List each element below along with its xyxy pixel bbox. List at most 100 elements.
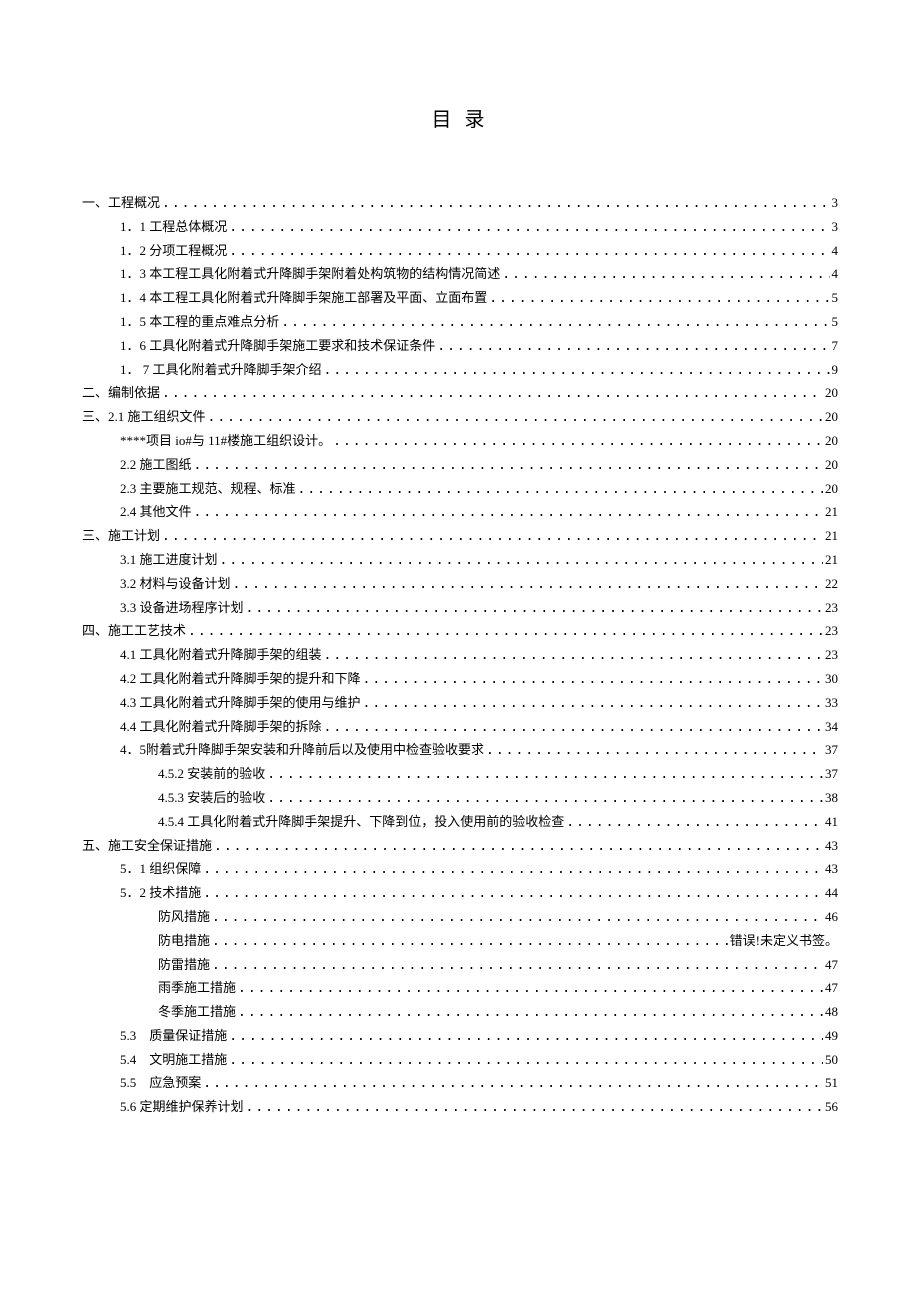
toc-entry-page: 48: [825, 1005, 838, 1018]
toc-entry-page: 47: [825, 958, 838, 971]
toc-entry-label: 5．2 技术措施: [120, 886, 201, 899]
toc-container: 一、工程概况31．1 工程总体概况31．2 分项工程概况41．3 本工程工具化附…: [82, 196, 838, 1114]
toc-entry-label: 4.5.3 安装后的验收: [158, 791, 265, 804]
toc-leader: [203, 887, 823, 900]
toc-entry-page: 20: [825, 410, 838, 423]
toc-entry-label: 4．5附着式升降脚手架安装和升降前后以及使用中检查验收要求: [120, 743, 484, 756]
toc-leader: [162, 530, 823, 543]
toc-entry-label: 2.2 施工图纸: [120, 458, 192, 471]
toc-leader: [489, 292, 829, 305]
toc-entry-page: 23: [825, 624, 838, 637]
toc-entry: 1．6 工具化附着式升降脚手架施工要求和技术保证条件7: [82, 339, 838, 353]
toc-leader: [246, 602, 823, 615]
toc-entry-label: 三、施工计划: [82, 529, 160, 542]
toc-entry-label: 1． 7 工具化附着式升降脚手架介绍: [120, 363, 322, 376]
toc-leader: [502, 268, 829, 281]
toc-entry-page: 4: [832, 267, 839, 280]
toc-entry-page: 7: [832, 339, 839, 352]
toc-entry-page: 23: [825, 601, 838, 614]
toc-entry: 4.3 工具化附着式升降脚手架的使用与维护33: [82, 696, 838, 710]
toc-entry: 5.5 应急预案51: [82, 1076, 838, 1090]
toc-entry: 2.4 其他文件21: [82, 505, 838, 519]
toc-leader: [298, 483, 823, 496]
toc-entry-page: 30: [825, 672, 838, 685]
toc-title: 目 录: [82, 110, 838, 130]
toc-entry: 5.3 质量保证措施49: [82, 1029, 838, 1043]
toc-entry-label: 防雷措施: [158, 958, 210, 971]
toc-leader: [214, 840, 823, 853]
toc-entry-label: 2.4 其他文件: [120, 505, 192, 518]
toc-entry-label: 二、编制依据: [82, 386, 160, 399]
toc-entry: 4.5.3 安装后的验收38: [82, 791, 838, 805]
toc-entry-label: 4.5.2 安装前的验收: [158, 767, 265, 780]
toc-entry-page: 46: [825, 910, 838, 923]
toc-entry-label: 1．4 本工程工具化附着式升降脚手架施工部署及平面、立面布置: [120, 291, 487, 304]
toc-entry: 雨季施工措施47: [82, 981, 838, 995]
toc-leader: [486, 744, 823, 757]
toc-entry-label: 五、施工安全保证措施: [82, 839, 212, 852]
toc-leader: [188, 625, 823, 638]
toc-entry-label: 5.6 定期维护保养计划: [120, 1100, 244, 1113]
toc-entry-label: 3.1 施工进度计划: [120, 553, 218, 566]
toc-entry: 3.2 材料与设备计划 22: [82, 577, 838, 591]
toc-entry: 1． 7 工具化附着式升降脚手架介绍 9: [82, 363, 838, 377]
toc-entry-label: 防电措施: [158, 934, 210, 947]
toc-entry-page: 3: [832, 196, 839, 209]
toc-leader: [566, 816, 823, 829]
toc-entry-page: 3: [832, 220, 839, 233]
toc-entry: 防电措施 错误!未定义书签。: [82, 934, 838, 948]
toc-leader: [363, 697, 823, 710]
toc-entry: 五、施工安全保证措施43: [82, 839, 838, 853]
toc-entry: 3.1 施工进度计划21: [82, 553, 838, 567]
toc-entry-label: 1．1 工程总体概况: [120, 220, 227, 233]
toc-entry: 防风措施 46: [82, 910, 838, 924]
toc-leader: [363, 673, 823, 686]
toc-entry-page: 33: [825, 696, 838, 709]
toc-leader: [324, 364, 830, 377]
toc-entry-page: 5: [832, 315, 839, 328]
toc-leader: [194, 506, 823, 519]
toc-entry-page: 21: [825, 529, 838, 542]
toc-entry-page: 50: [825, 1053, 838, 1066]
toc-entry-page: 49: [825, 1029, 838, 1042]
toc-leader: [203, 1077, 823, 1090]
toc-leader: [194, 459, 823, 472]
toc-entry-page: 错误!未定义书签。: [730, 934, 838, 947]
toc-entry-label: 4.5.4 工具化附着式升降脚手架提升、下降到位，投入使用前的验收检查: [158, 815, 564, 828]
toc-entry: 三、施工计划 21: [82, 529, 838, 543]
toc-entry: 1．1 工程总体概况 3: [82, 220, 838, 234]
toc-entry-page: 20: [825, 434, 838, 447]
toc-leader: [203, 863, 823, 876]
toc-entry-label: 防风措施: [158, 910, 210, 923]
toc-leader: [229, 1054, 823, 1067]
toc-leader: [212, 911, 823, 924]
toc-leader: [281, 316, 829, 329]
toc-entry-label: 5．1 组织保障: [120, 862, 201, 875]
toc-entry: 4．5附着式升降脚手架安装和升降前后以及使用中检查验收要求37: [82, 743, 838, 757]
toc-entry-label: 冬季施工措施: [158, 1005, 236, 1018]
toc-entry-page: 44: [825, 886, 838, 899]
toc-entry-label: 4.1 工具化附着式升降脚手架的组装: [120, 648, 322, 661]
toc-entry-label: 4.4 工具化附着式升降脚手架的拆除: [120, 720, 322, 733]
toc-leader: [324, 649, 823, 662]
toc-entry-label: 5.5 应急预案: [120, 1076, 201, 1089]
toc-leader: [233, 578, 823, 591]
toc-entry: 4.5.2 安装前的验收37: [82, 767, 838, 781]
toc-leader: [246, 1101, 823, 1114]
toc-entry-page: 22: [825, 577, 838, 590]
toc-leader: [229, 245, 829, 258]
toc-leader: [229, 1030, 823, 1043]
toc-leader: [333, 435, 823, 448]
toc-entry: 5.4 文明施工措施50: [82, 1053, 838, 1067]
toc-entry-label: 3.2 材料与设备计划: [120, 577, 231, 590]
toc-entry: 防雷措施 47: [82, 958, 838, 972]
toc-entry-label: 四、施工工艺技术: [82, 624, 186, 637]
toc-entry-page: 20: [825, 458, 838, 471]
toc-entry-page: 9: [832, 363, 839, 376]
toc-entry-page: 56: [825, 1100, 838, 1113]
toc-entry-page: 5: [832, 291, 839, 304]
toc-entry: 2.2 施工图纸 20: [82, 458, 838, 472]
toc-entry: 3.3 设备进场程序计划23: [82, 601, 838, 615]
toc-entry: 5．1 组织保障43: [82, 862, 838, 876]
toc-leader: [212, 959, 823, 972]
